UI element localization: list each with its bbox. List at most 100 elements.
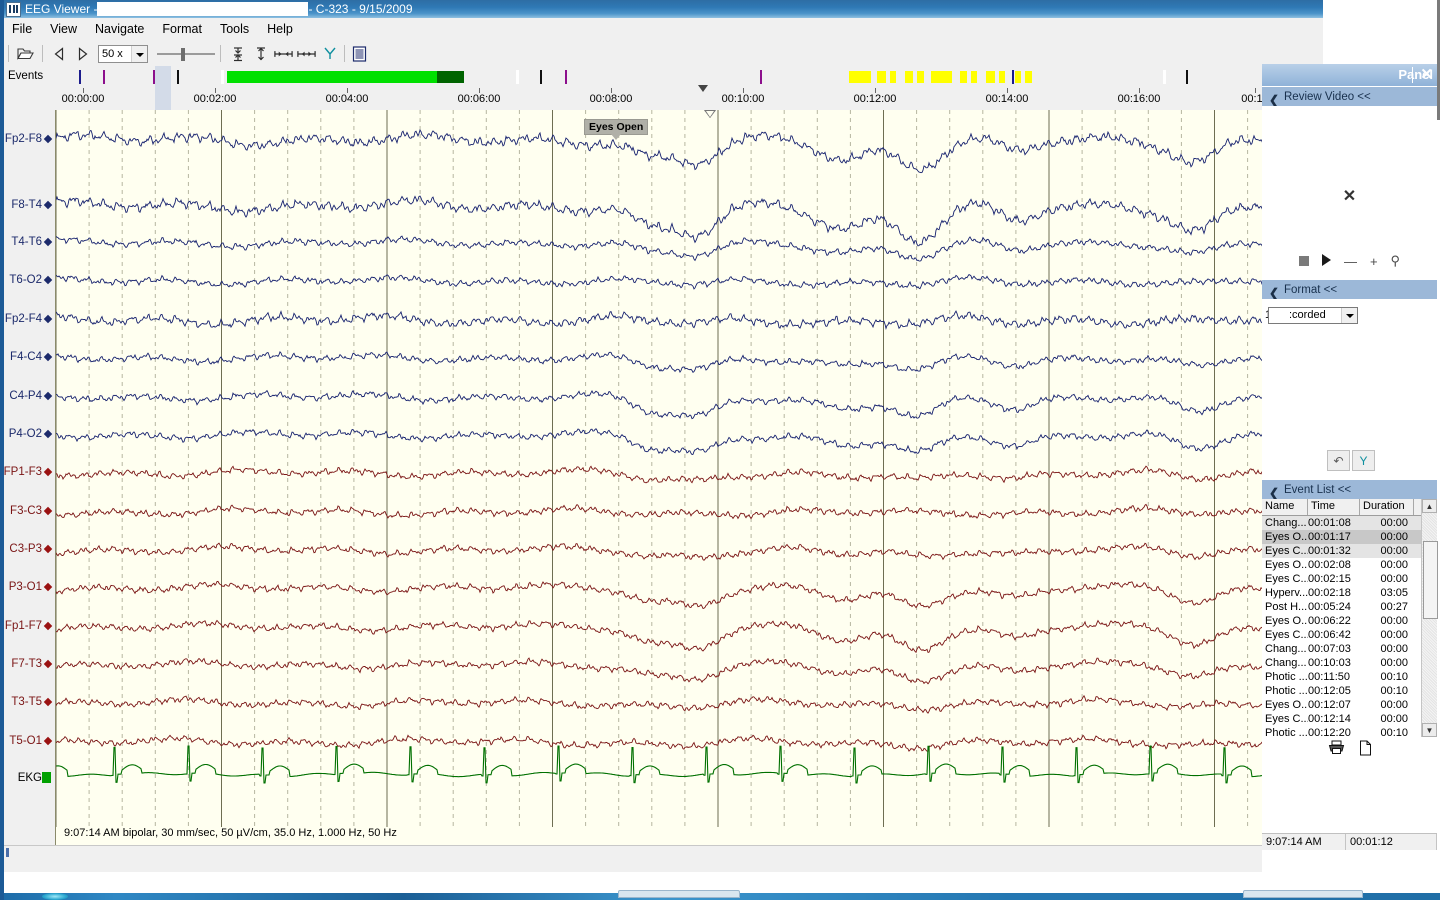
table-row[interactable]: Photic ...00:11:5000:10: [1262, 670, 1437, 684]
event-list-header[interactable]: ❮ Event List <<: [1262, 479, 1437, 499]
stop-button[interactable]: [1299, 254, 1309, 269]
menu-navigate[interactable]: Navigate: [86, 18, 153, 40]
event-block[interactable]: [227, 71, 437, 83]
event-list-rows[interactable]: Chang...00:01:0800:00Eyes O...00:01:1700…: [1262, 516, 1437, 738]
table-row[interactable]: Chang...00:10:0300:00: [1262, 656, 1437, 670]
channel-label-t4-t6[interactable]: T4-T6: [11, 236, 51, 248]
table-row[interactable]: Photic ...00:12:0500:10: [1262, 684, 1437, 698]
table-row[interactable]: Hyperv...00:02:1803:05: [1262, 586, 1437, 600]
event-block[interactable]: [1025, 71, 1032, 83]
menu-file[interactable]: File: [3, 18, 41, 40]
channel-label-ekg[interactable]: EKG: [18, 772, 51, 784]
event-marker[interactable]: [1186, 70, 1188, 84]
table-row[interactable]: Eyes O...00:02:0800:00: [1262, 558, 1437, 572]
zoom-in-button[interactable]: +: [1370, 254, 1378, 269]
channel-marker-icon[interactable]: [44, 353, 52, 361]
scrollbar-thumb[interactable]: [1423, 541, 1438, 619]
table-row[interactable]: Eyes C...00:06:4200:00: [1262, 628, 1437, 642]
event-block[interactable]: [999, 71, 1005, 83]
channel-marker-icon[interactable]: [44, 238, 52, 246]
widen-timebase-icon[interactable]: [296, 44, 317, 64]
start-orb-icon[interactable]: [42, 893, 68, 900]
column-header-time[interactable]: Time: [1308, 499, 1360, 515]
chevron-down-icon-montage[interactable]: [1341, 308, 1357, 323]
expand-vertical-icon[interactable]: [250, 44, 271, 64]
channel-label-p3-o1[interactable]: P3-O1: [9, 581, 51, 593]
event-block[interactable]: [986, 71, 995, 83]
next-page-icon[interactable]: [72, 44, 93, 64]
table-row[interactable]: Chang...00:01:0800:00: [1262, 516, 1437, 530]
channel-marker-icon[interactable]: [44, 622, 52, 630]
filter-y-icon[interactable]: [319, 44, 340, 64]
event-marker[interactable]: [516, 70, 519, 84]
channel-marker-icon[interactable]: [44, 135, 52, 143]
scroll-down-icon[interactable]: ▼: [1422, 723, 1437, 737]
format-header[interactable]: ❮ Format <<: [1262, 279, 1437, 299]
channel-label-t3-t5[interactable]: T3-T5: [11, 696, 51, 708]
scroll-up-icon[interactable]: ▲: [1422, 499, 1437, 513]
eeg-annotation-eyes-open[interactable]: Eyes Open: [584, 119, 648, 135]
gain-combo[interactable]: 50 x: [98, 45, 148, 63]
narrow-timebase-icon[interactable]: [273, 44, 294, 64]
review-video-header[interactable]: ❮ Review Video <<: [1262, 86, 1437, 106]
channel-label-f7-t3[interactable]: F7-T3: [11, 658, 51, 670]
event-marker[interactable]: [760, 70, 762, 84]
event-marker[interactable]: [177, 70, 179, 84]
magnifier-icon[interactable]: ⚲: [1391, 253, 1401, 269]
table-row[interactable]: Eyes C...00:02:1500:00: [1262, 572, 1437, 586]
compress-vertical-icon[interactable]: [227, 44, 248, 64]
event-marker[interactable]: [565, 70, 567, 84]
table-row[interactable]: Eyes O...00:06:2200:00: [1262, 614, 1437, 628]
channel-marker-icon[interactable]: [44, 315, 52, 323]
eeg-plot[interactable]: Eyes Open 9:07:14 AM bipolar, 30 mm/sec,…: [55, 110, 1265, 845]
channel-label-f3-c3[interactable]: F3-C3: [10, 505, 51, 517]
table-row[interactable]: Eyes C...00:01:3200:00: [1262, 544, 1437, 558]
channel-label-p4-o2[interactable]: P4-O2: [9, 428, 51, 440]
taskbar-item-2[interactable]: [1243, 890, 1363, 898]
table-row[interactable]: Post H...00:05:2400:27: [1262, 600, 1437, 614]
previous-page-icon[interactable]: [49, 44, 70, 64]
timeline-cursor[interactable]: [698, 85, 708, 92]
channel-label-c4-p4[interactable]: C4-P4: [9, 390, 51, 402]
channel-label-fp1-f3[interactable]: FP1-F3: [4, 466, 51, 478]
table-row[interactable]: Eyes O...00:01:1700:00: [1262, 530, 1437, 544]
channel-label-fp2-f8[interactable]: Fp2-F8: [5, 133, 51, 145]
channel-marker-icon[interactable]: [44, 392, 52, 400]
column-header-duration[interactable]: Duration: [1360, 499, 1414, 515]
printer-icon[interactable]: [1328, 740, 1345, 760]
playback-cursor[interactable]: [704, 110, 716, 118]
table-row[interactable]: Eyes C...00:12:1400:00: [1262, 712, 1437, 726]
menu-view[interactable]: View: [41, 18, 86, 40]
channel-marker-icon[interactable]: [44, 430, 52, 438]
table-row[interactable]: Photic ...00:12:2000:10: [1262, 726, 1437, 738]
event-list-scrollbar[interactable]: ▲ ▼: [1421, 499, 1437, 737]
event-block[interactable]: [905, 71, 913, 83]
channel-label-t5-o1[interactable]: T5-O1: [9, 735, 51, 747]
channel-marker-icon[interactable]: [44, 545, 52, 553]
channel-marker-icon[interactable]: [44, 201, 52, 209]
event-block[interactable]: [437, 71, 464, 83]
event-marker[interactable]: [79, 70, 81, 84]
close-icon[interactable]: ✕: [1420, 66, 1433, 84]
table-row[interactable]: Eyes O...00:12:0700:00: [1262, 698, 1437, 712]
channel-label-c3-p3[interactable]: C3-P3: [9, 543, 51, 555]
event-marker[interactable]: [1163, 70, 1166, 84]
folder-open-icon[interactable]: [15, 44, 36, 64]
menu-tools[interactable]: Tools: [211, 18, 258, 40]
event-block[interactable]: [931, 71, 952, 83]
event-marker[interactable]: [103, 70, 105, 84]
sensitivity-slider[interactable]: [157, 45, 215, 63]
undo-icon[interactable]: ↶: [1327, 450, 1350, 471]
event-block[interactable]: [917, 71, 924, 83]
timeline-ruler[interactable]: 00:00:0000:02:0000:04:0000:06:0000:08:00…: [3, 88, 1265, 111]
event-block[interactable]: [1015, 71, 1021, 83]
channel-label-f8-t4[interactable]: F8-T4: [11, 199, 51, 211]
slider-thumb[interactable]: [181, 48, 185, 61]
event-marker[interactable]: [1012, 70, 1014, 84]
channel-marker-icon[interactable]: [44, 507, 52, 515]
channel-label-f4-c4[interactable]: F4-C4: [10, 351, 51, 363]
taskbar-item-1[interactable]: [618, 890, 740, 898]
event-block[interactable]: [890, 71, 896, 83]
filter-y-icon-panel[interactable]: Y: [1352, 450, 1375, 471]
event-marker[interactable]: [540, 70, 542, 84]
